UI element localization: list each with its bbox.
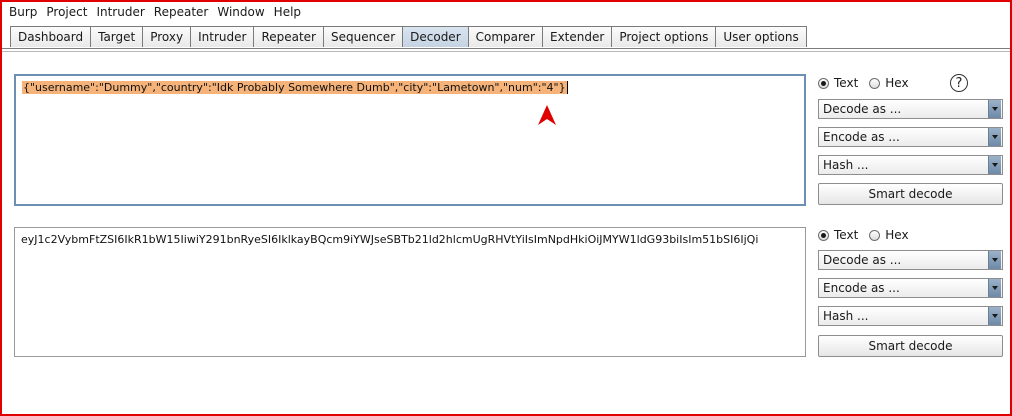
panel2-text-label: Text bbox=[834, 228, 859, 242]
menu-bar: Burp Project Intruder Repeater Window Help bbox=[2, 2, 1010, 22]
help-icon[interactable]: ? bbox=[950, 74, 968, 92]
panel1-encode-as-dropdown[interactable]: Encode as ... bbox=[818, 127, 1003, 147]
panel2-text-radio[interactable] bbox=[818, 229, 829, 241]
app-window: Burp Project Intruder Repeater Window Help Da… bbox=[0, 0, 1012, 416]
panel2-encode-as-dropdown[interactable]: Encode as ... bbox=[818, 278, 1003, 298]
panel2-hex-radio[interactable] bbox=[869, 229, 881, 241]
panel1-hex-radio[interactable] bbox=[869, 77, 881, 89]
panel1-text-radio[interactable] bbox=[818, 77, 829, 89]
tab-intruder[interactable]: Intruder bbox=[190, 26, 255, 47]
chevron-down-icon bbox=[988, 279, 1001, 297]
tab-divider-secondary bbox=[2, 51, 1010, 52]
tab-project-options[interactable]: Project options bbox=[611, 26, 717, 47]
panel2-decode-as-dropdown[interactable]: Decode as ... bbox=[818, 250, 1003, 270]
tab-user-options[interactable]: User options bbox=[715, 26, 807, 47]
tab-comparer[interactable]: Comparer bbox=[467, 26, 543, 47]
chevron-down-icon bbox=[988, 156, 1001, 174]
panel1-encode-as-label: Encode as ... bbox=[823, 130, 900, 144]
tab-bar: Dashboard Target Proxy Intruder Repeater Sequ… bbox=[10, 26, 807, 48]
tab-target[interactable]: Target bbox=[90, 26, 144, 47]
tab-sequencer[interactable]: Sequencer bbox=[323, 26, 404, 47]
chevron-down-icon bbox=[988, 251, 1001, 269]
menu-item-help[interactable]: Help bbox=[269, 5, 305, 19]
tab-divider bbox=[2, 48, 1010, 49]
panel2-hash-dropdown[interactable]: Hash ... bbox=[818, 306, 1003, 326]
panel1-hash-label: Hash ... bbox=[823, 158, 869, 172]
menu-item-repeater[interactable]: Repeater bbox=[149, 5, 213, 19]
panel1-hash-dropdown[interactable]: Hash ... bbox=[818, 155, 1003, 175]
panel2-smart-decode-button[interactable]: Smart decode bbox=[818, 335, 1003, 357]
tab-dashboard[interactable]: Dashboard bbox=[10, 26, 92, 47]
annotation-arrow-icon bbox=[538, 105, 556, 125]
panel1-decode-as-dropdown[interactable]: Decode as ... bbox=[818, 99, 1003, 119]
chevron-down-icon bbox=[988, 100, 1001, 118]
panel2-format-selector: Text Hex bbox=[818, 228, 920, 242]
chevron-down-icon bbox=[988, 307, 1001, 325]
panel1-hex-label: Hex bbox=[885, 76, 909, 90]
panel2-hex-label: Hex bbox=[885, 228, 909, 242]
panel2-hash-label: Hash ... bbox=[823, 309, 869, 323]
panel1-text-label: Text bbox=[834, 76, 859, 90]
menu-item-project[interactable]: Project bbox=[41, 5, 91, 19]
tab-decoder[interactable]: Decoder bbox=[402, 26, 469, 47]
tab-proxy[interactable]: Proxy bbox=[142, 26, 192, 47]
selected-text: {"username":"Dummy","country":"Idk Proba… bbox=[22, 81, 568, 94]
chevron-down-icon bbox=[988, 128, 1001, 146]
tab-extender[interactable]: Extender bbox=[542, 26, 613, 47]
menu-item-intruder[interactable]: Intruder bbox=[91, 5, 148, 19]
tab-repeater[interactable]: Repeater bbox=[253, 26, 324, 47]
panel2-encode-as-label: Encode as ... bbox=[823, 281, 900, 295]
panel2-decode-as-label: Decode as ... bbox=[823, 253, 902, 267]
panel1-decode-as-label: Decode as ... bbox=[823, 102, 902, 116]
decoder-input-text: {"username":"Dummy","country":"Idk Proba… bbox=[22, 81, 568, 94]
menu-item-burp[interactable]: Burp bbox=[2, 5, 41, 19]
panel1-smart-decode-button[interactable]: Smart decode bbox=[818, 183, 1003, 205]
panel1-format-selector: Text Hex bbox=[818, 76, 920, 90]
menu-item-window[interactable]: Window bbox=[212, 5, 268, 19]
decoder-output-text: eyJ1c2VybmFtZSI6IkR1bW15IiwiY291bnRyeSI6… bbox=[21, 233, 759, 246]
decoder-input-textarea[interactable]: {"username":"Dummy","country":"Idk Proba… bbox=[14, 74, 806, 206]
decoder-output-textarea[interactable]: eyJ1c2VybmFtZSI6IkR1bW15IiwiY291bnRyeSI6… bbox=[14, 227, 806, 357]
